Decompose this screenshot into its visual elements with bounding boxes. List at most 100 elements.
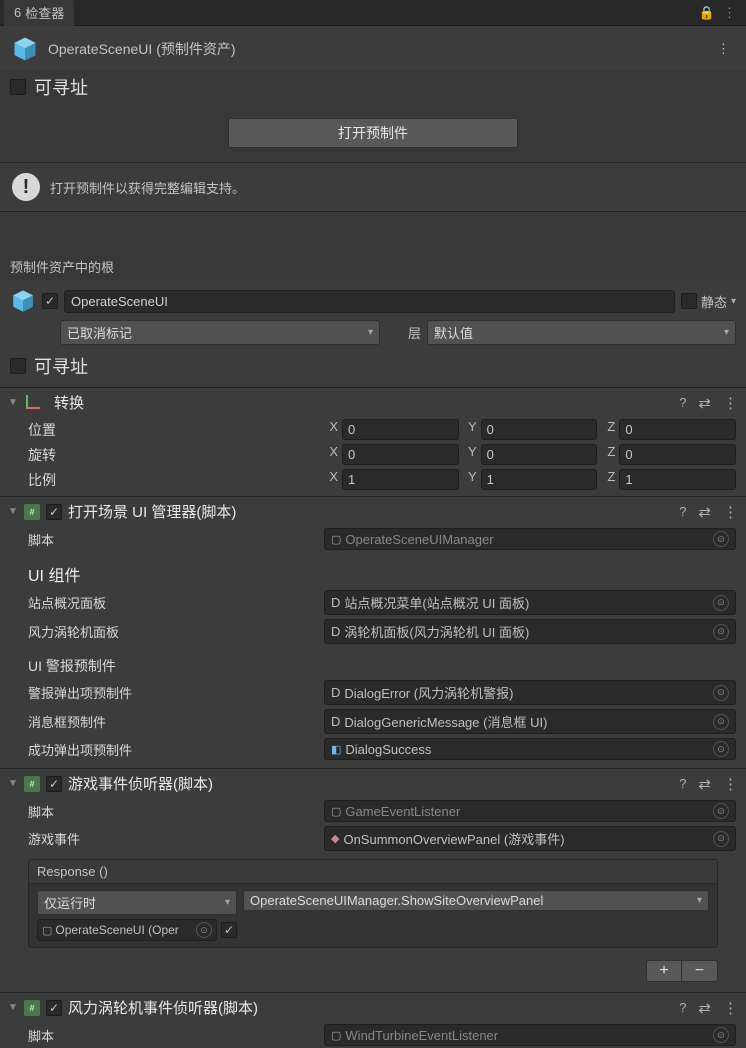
gameobject-header: OperateSceneUI 静态 ▾ [0,280,746,318]
component-menu-icon[interactable]: ⋮ [723,999,738,1017]
object-picker-icon[interactable]: ⊙ [713,531,729,547]
scale-x-input[interactable]: 1 [342,469,459,490]
open-prefab-notice: ! 打开预制件以获得完整编辑支持。 [0,162,746,211]
inspector-tab[interactable]: 6 检查器 [4,0,74,26]
component-menu-icon[interactable]: ⋮ [723,503,738,521]
object-type-icon: D [331,685,340,700]
game-event-field[interactable]: ◆ OnSummonOverviewPanel (游戏事件) ⊙ [324,826,736,851]
site-overview-panel-field[interactable]: D 站点概况菜单(站点概况 UI 面板) ⊙ [324,590,736,615]
game-event-listener-component: ▼ # 游戏事件侦听器(脚本) ? ⇄ ⋮ 脚本 ▢ GameEventList… [0,768,746,992]
success-popup-field[interactable]: ◧ DialogSuccess ⊙ [324,738,736,760]
site-overview-panel-label: 站点概况面板 [28,593,318,612]
object-picker-icon[interactable]: ⊙ [713,624,729,640]
call-mode-dropdown[interactable]: 仅运行时 ▾ [37,890,237,915]
script-field[interactable]: ▢ WindTurbineEventListener ⊙ [324,1024,736,1046]
object-picker-icon[interactable]: ⊙ [196,922,212,938]
addressable-row-go: 可寻址 [0,351,746,387]
gameobject-active-checkbox[interactable] [42,293,58,309]
ui-components-header: UI 组件 [28,562,318,586]
object-picker-icon[interactable]: ⊙ [713,1027,729,1043]
component-menu-icon[interactable]: ⋮ [723,394,738,412]
gameobject-name-input[interactable]: OperateSceneUI [64,290,675,313]
script-file-icon: ▢ [331,533,341,546]
add-event-button[interactable]: + [646,960,682,982]
script-field[interactable]: ▢ GameEventListener ⊙ [324,800,736,822]
addressable-checkbox[interactable] [10,79,26,95]
help-icon[interactable]: ? [679,1000,686,1015]
alert-popup-field[interactable]: D DialogError (风力涡轮机警报) ⊙ [324,680,736,705]
static-checkbox[interactable] [681,293,697,309]
axis-z-label: Z [601,469,615,490]
axis-x-label: X [324,419,338,440]
script-file-icon: ▢ [42,924,52,937]
help-icon[interactable]: ? [679,395,686,410]
asset-context-menu-icon[interactable]: ⋮ [711,41,736,57]
tab-menu-icon[interactable]: ⋮ [723,5,736,21]
transform-title: 转换 [48,392,84,413]
object-picker-icon[interactable]: ⊙ [713,595,729,611]
event-arg-checkbox[interactable] [221,922,237,938]
component-enabled-checkbox[interactable] [46,776,62,792]
msgbox-prefab-field[interactable]: D DialogGenericMessage (消息框 UI) ⊙ [324,709,736,734]
asset-header: OperateSceneUI (预制件资产) ⋮ [0,26,746,70]
help-icon[interactable]: ? [679,776,686,791]
chevron-down-icon: ▾ [697,895,702,906]
scale-label: 比例 [28,470,318,490]
rotation-y-input[interactable]: 0 [481,444,598,465]
position-x-input[interactable]: 0 [342,419,459,440]
foldout-icon[interactable]: ▼ [8,397,18,408]
preset-icon[interactable]: ⇄ [698,999,711,1017]
script-field[interactable]: ▢ OperateSceneUIManager ⊙ [324,528,736,550]
addressable-checkbox-go[interactable] [10,358,26,374]
open-prefab-button[interactable]: 打开预制件 [228,118,518,148]
object-type-icon: D [331,595,340,610]
layer-label: 层 [408,323,421,342]
script-label: 脚本 [28,1026,318,1045]
preset-icon[interactable]: ⇄ [698,394,711,412]
position-label: 位置 [28,420,318,440]
position-z-input[interactable]: 0 [619,419,736,440]
wind-turbine-panel-label: 风力涡轮机面板 [28,622,318,641]
event-method-dropdown[interactable]: OperateSceneUIManager.ShowSiteOverviewPa… [243,890,709,911]
wind-turbine-panel-field[interactable]: D 涡轮机面板(风力涡轮机 UI 面板) ⊙ [324,619,736,644]
chevron-down-icon: ▾ [368,327,373,338]
remove-event-button[interactable]: − [682,960,718,982]
foldout-icon[interactable]: ▼ [8,778,18,789]
preset-icon[interactable]: ⇄ [698,503,711,521]
rotation-z-input[interactable]: 0 [619,444,736,465]
unity-event-box: Response () 仅运行时 ▾ ▢ OperateSceneUI (Ope… [28,859,718,948]
notice-text: 打开预制件以获得完整编辑支持。 [50,178,245,197]
scale-y-input[interactable]: 1 [481,469,598,490]
position-y-input[interactable]: 0 [481,419,598,440]
object-type-icon: D [331,714,340,729]
script-label: 脚本 [28,530,318,549]
object-type-icon: D [331,624,340,639]
response-header: Response () [29,860,717,884]
scale-z-input[interactable]: 1 [619,469,736,490]
csharp-icon: # [24,776,40,792]
object-picker-icon[interactable]: ⊙ [713,741,729,757]
addressable-label: 可寻址 [34,74,88,100]
lock-icon[interactable]: 🔒 [699,5,715,21]
help-icon[interactable]: ? [679,504,686,519]
object-picker-icon[interactable]: ⊙ [713,803,729,819]
static-label: 静态 [701,292,727,311]
alert-prefabs-header: UI 警报预制件 [28,656,318,676]
preset-icon[interactable]: ⇄ [698,775,711,793]
static-dropdown-icon[interactable]: ▾ [731,296,736,307]
addressable-row: 可寻址 [0,70,746,112]
csharp-icon: # [24,1000,40,1016]
tag-dropdown[interactable]: 已取消标记 ▾ [60,320,380,345]
object-picker-icon[interactable]: ⊙ [713,714,729,730]
event-target-field[interactable]: ▢ OperateSceneUI (Oper ⊙ [37,919,217,941]
object-picker-icon[interactable]: ⊙ [713,685,729,701]
component-enabled-checkbox[interactable] [46,1000,62,1016]
layer-dropdown[interactable]: 默认值 ▾ [427,320,736,345]
component-menu-icon[interactable]: ⋮ [723,775,738,793]
foldout-icon[interactable]: ▼ [8,1002,18,1013]
object-picker-icon[interactable]: ⊙ [713,831,729,847]
scene-ui-manager-title: 打开场景 UI 管理器(脚本) [68,501,236,522]
foldout-icon[interactable]: ▼ [8,506,18,517]
component-enabled-checkbox[interactable] [46,504,62,520]
rotation-x-input[interactable]: 0 [342,444,459,465]
